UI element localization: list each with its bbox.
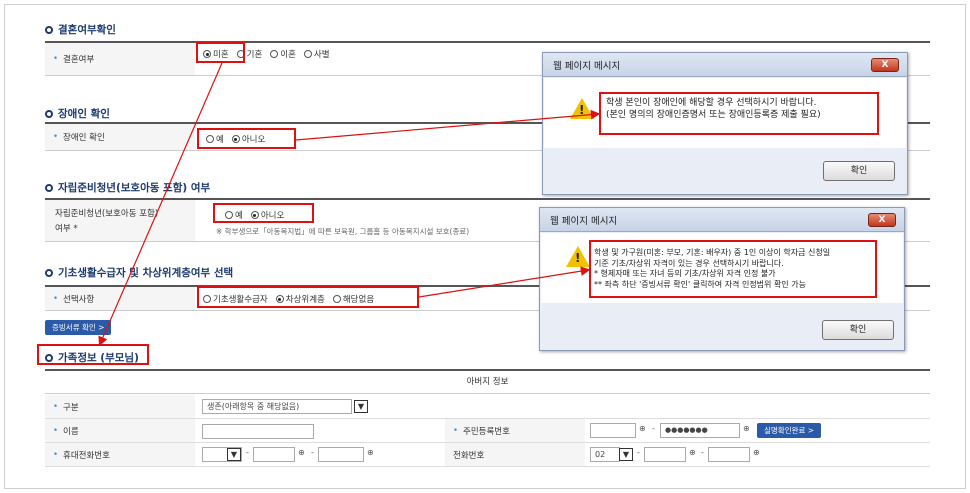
radio-icon[interactable] [303, 50, 312, 58]
radio-divorced[interactable]: 이혼 [270, 48, 296, 60]
ok-button[interactable]: 확인 [822, 320, 894, 340]
table-row: • 휴대전화번호 ▼ - ⊕ - ⊕ 전화번호 02 ▼ - ⊕ - ⊕ [45, 443, 930, 467]
phone-last-input[interactable] [708, 447, 750, 462]
circle-bullet-icon [45, 184, 53, 192]
highlight-box-disability [197, 128, 296, 149]
resident-number-front-input[interactable] [590, 423, 636, 438]
name-label: • 이름 [45, 419, 195, 442]
youth-section-title: 자립준비청년(보호아동 포함) 여부 [45, 180, 210, 195]
father-info-header: 아버지 정보 [45, 371, 930, 394]
table-row: • 이름 • 주민등록번호 ⊕ - ●●●●●●● ⊕ 실명확인완료 > [45, 419, 930, 443]
category-select[interactable]: 생존(아래항목 중 해당없음) [202, 399, 352, 414]
warning-icon: ! [566, 246, 590, 267]
youth-label-line2: 여부 * [55, 224, 78, 234]
dialog-title: 웹 페이지 메시지 [550, 215, 618, 227]
dialog-title: 웹 페이지 메시지 [553, 60, 621, 72]
dash-separator: - [246, 448, 249, 457]
youth-note: ※ 학부생으로「아동복지법」에 따른 보육원, 그룹홈 등 아동복지시설 보호(… [216, 227, 470, 236]
category-label-text: 구분 [63, 402, 79, 413]
resident-number-label: • 주민등록번호 [445, 419, 585, 442]
mobile-last-input[interactable] [318, 447, 364, 462]
welfare-title-text: 기초생활수급자 및 차상위계층여부 선택 [58, 267, 234, 279]
name-input[interactable] [202, 424, 314, 439]
warning-icon: ! [570, 98, 594, 119]
phone-label: 전화번호 [445, 443, 585, 466]
circle-bullet-icon [45, 110, 53, 118]
radio-icon[interactable] [270, 50, 279, 58]
keyboard-icon[interactable]: ⊕ [753, 448, 760, 457]
dash-separator: - [311, 448, 314, 457]
highlight-box-youth [213, 203, 314, 223]
chevron-down-icon[interactable]: ▼ [619, 448, 633, 461]
welfare-label: • 선택사항 [45, 287, 195, 310]
highlight-box-family [37, 344, 149, 365]
mobile-label-text: 휴대전화번호 [63, 450, 110, 461]
highlight-box-dialog2 [589, 240, 877, 298]
dialog-title-bar: 웹 페이지 메시지 [543, 53, 907, 77]
highlight-box-marriage [196, 42, 245, 63]
resident-label-text: 주민등록번호 [463, 426, 510, 437]
highlight-box-dialog1 [599, 92, 879, 135]
phone-middle-input[interactable] [644, 447, 686, 462]
marriage-title-text: 결혼여부확인 [58, 24, 116, 36]
highlight-box-welfare [197, 286, 419, 308]
disability-title-text: 장애인 확인 [58, 108, 110, 120]
youth-label-line1: 자립준비청년(보호아동 포함) [55, 209, 159, 219]
disability-section-title: 장애인 확인 [45, 106, 110, 121]
circle-bullet-icon [45, 26, 53, 34]
phone-label-text: 전화번호 [453, 450, 485, 461]
name-label-text: 이름 [63, 426, 79, 437]
dash-separator: - [637, 448, 640, 457]
youth-title-text: 자립준비청년(보호아동 포함) 여부 [58, 182, 211, 194]
keyboard-icon[interactable]: ⊕ [367, 448, 374, 457]
youth-label: 자립준비청년(보호아동 포함) 여부 * [45, 200, 195, 241]
keyboard-icon[interactable]: ⊕ [743, 424, 750, 433]
table-row: • 구분 생존(아래항목 중 해당없음) ▼ [45, 395, 930, 419]
keyboard-icon[interactable]: ⊕ [298, 448, 305, 457]
dash-separator: - [652, 424, 655, 433]
name-verified-button[interactable]: 실명확인완료 > [757, 423, 822, 438]
radio-widowed[interactable]: 사별 [303, 48, 330, 60]
chevron-down-icon[interactable]: ▼ [227, 448, 241, 461]
radio-label: 사별 [313, 50, 330, 60]
welfare-section-title: 기초생활수급자 및 차상위계층여부 선택 [45, 265, 233, 280]
radio-label: 기혼 [246, 50, 263, 60]
dialog-title-bar: 웹 페이지 메시지 [540, 208, 904, 232]
keyboard-icon[interactable]: ⊕ [639, 424, 646, 433]
radio-label: 이혼 [280, 50, 296, 60]
mobile-middle-input[interactable] [253, 447, 295, 462]
circle-bullet-icon [45, 269, 53, 277]
close-icon[interactable]: X [868, 213, 896, 227]
welfare-label-text: 선택사항 [63, 294, 95, 305]
father-info-table: 아버지 정보 • 구분 생존(아래항목 중 해당없음) ▼ • 이름 • 주민등록번호… [45, 369, 930, 481]
dash-separator: - [701, 448, 704, 457]
mobile-phone-label: • 휴대전화번호 [45, 443, 195, 466]
phone-prefix-select[interactable]: 02 [590, 447, 620, 462]
close-icon[interactable]: X [871, 58, 899, 72]
marriage-label-text: 결혼여부 [63, 55, 95, 65]
disability-label-text: 장애인 확인 [63, 133, 105, 143]
keyboard-icon[interactable]: ⊕ [689, 448, 696, 457]
chevron-down-icon[interactable]: ▼ [354, 400, 368, 413]
category-label: • 구분 [45, 395, 195, 418]
marriage-section-title: 결혼여부확인 [45, 22, 116, 37]
proof-documents-button[interactable]: 증빙서류 확인 > [45, 320, 112, 335]
marriage-label: • 결혼여부 [45, 43, 195, 75]
disability-label: • 장애인 확인 [45, 124, 195, 150]
resident-number-back-input[interactable]: ●●●●●●● [660, 423, 740, 438]
ok-button[interactable]: 확인 [823, 161, 895, 181]
